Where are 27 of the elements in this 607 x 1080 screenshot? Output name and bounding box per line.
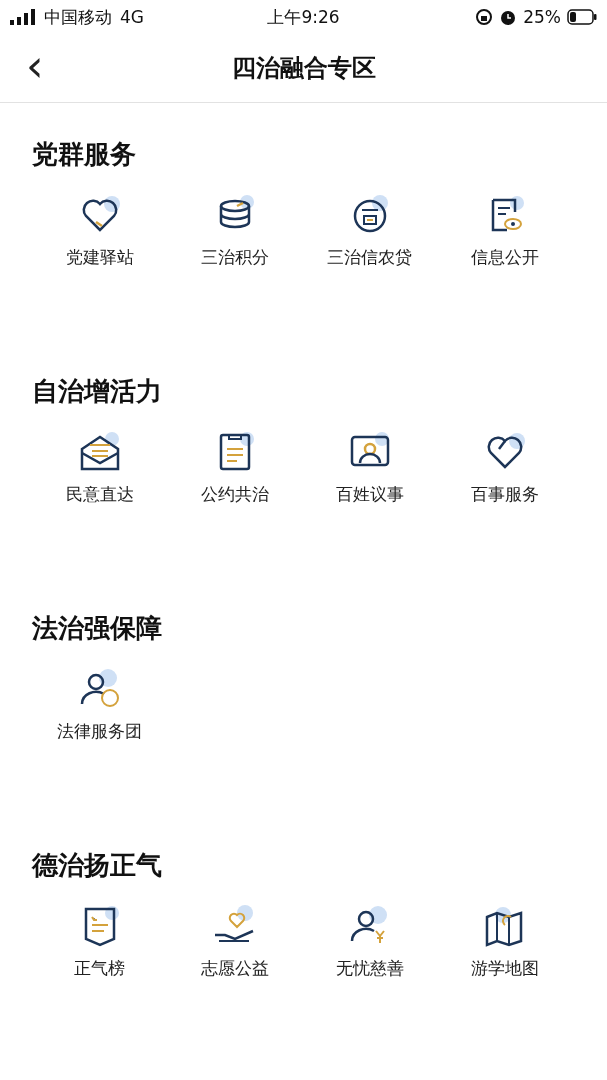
service-item[interactable]: 三治积分 — [167, 194, 302, 269]
service-item[interactable]: 百姓议事 — [302, 431, 437, 506]
service-item[interactable]: 法律服务团 — [32, 668, 167, 743]
back-button[interactable]: ‹ — [20, 46, 50, 86]
service-item[interactable]: 无忧慈善 — [302, 905, 437, 980]
status-time: 上午9:26 — [267, 6, 340, 27]
alarm-icon — [499, 8, 518, 26]
service-item[interactable]: 百事服务 — [437, 431, 572, 506]
service-item[interactable]: 正气榜 — [32, 905, 167, 980]
service-item[interactable]: 民意直达 — [32, 431, 167, 506]
page-title: 四治融合专区 — [231, 53, 376, 84]
rotation-lock-icon — [475, 8, 494, 26]
section-title: 自治增活力 — [32, 375, 163, 408]
signal-icon — [10, 9, 36, 25]
section-title: 法治强保障 — [32, 612, 163, 645]
service-item[interactable]: 三治信农贷 — [302, 194, 437, 269]
service-item[interactable]: 公约共治 — [167, 431, 302, 506]
section-title: 党群服务 — [32, 138, 137, 171]
battery-percent: 25% — [523, 7, 561, 27]
service-item[interactable]: 游学地图 — [437, 905, 572, 980]
carrier-name: 中国移动 — [44, 5, 112, 29]
section-title: 德治扬正气 — [32, 849, 163, 882]
service-item[interactable]: 信息公开 — [437, 194, 572, 269]
network-type: 4G — [120, 7, 144, 27]
service-item[interactable]: 党建驿站 — [32, 194, 167, 269]
service-item[interactable]: 志愿公益 — [167, 905, 302, 980]
battery-icon — [567, 9, 597, 25]
